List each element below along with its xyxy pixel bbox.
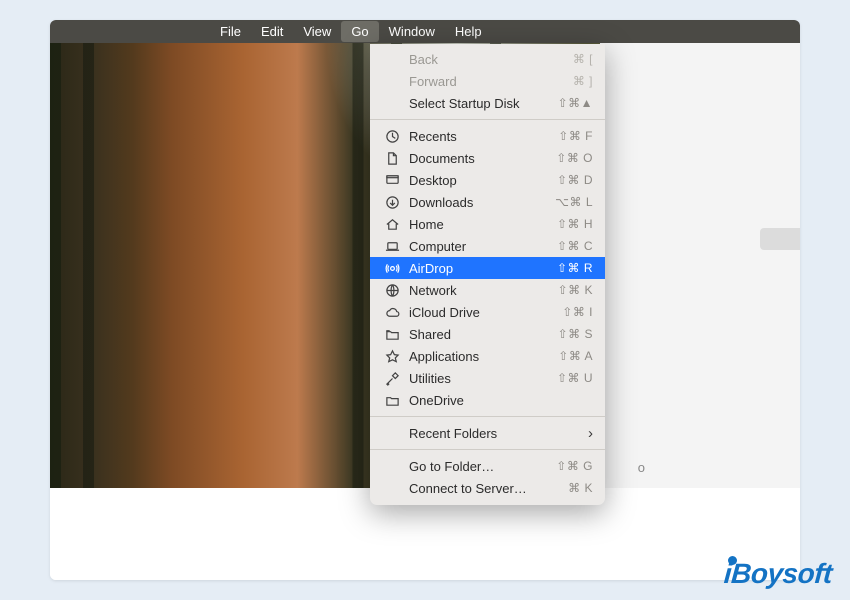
menu-desktop-shortcut: ⇧⌘ D (557, 173, 593, 187)
menu-computer-shortcut: ⇧⌘ C (557, 239, 593, 253)
menu-downloads-label: Downloads (409, 195, 555, 210)
globe-icon (384, 282, 401, 299)
finder-sidebar-selection (760, 228, 800, 250)
menubar-file[interactable]: File (210, 21, 251, 42)
menubar-view[interactable]: View (293, 21, 341, 42)
menu-documents-shortcut: ⇧⌘ O (556, 151, 593, 165)
menu-recents-label: Recents (409, 129, 558, 144)
menu-onedrive[interactable]: OneDrive (370, 389, 605, 411)
menu-gotofolder-label: Go to Folder… (409, 459, 556, 474)
menu-forward-label: Forward (409, 74, 573, 89)
folder-icon (384, 392, 401, 409)
menu-connect-shortcut: ⌘ K (568, 481, 593, 495)
spacer-icon (384, 51, 401, 68)
menu-shared[interactable]: Shared ⇧⌘ S (370, 323, 605, 345)
menu-shared-shortcut: ⇧⌘ S (558, 327, 593, 341)
menu-downloads-shortcut: ⌥⌘ L (555, 195, 593, 209)
menu-back-shortcut: ⌘ [ (573, 52, 593, 66)
menu-separator (370, 416, 605, 417)
shared-folder-icon (384, 326, 401, 343)
menubar-window[interactable]: Window (379, 21, 445, 42)
menubar-help[interactable]: Help (445, 21, 492, 42)
menu-home[interactable]: Home ⇧⌘ H (370, 213, 605, 235)
menu-separator (370, 449, 605, 450)
menu-utilities[interactable]: Utilities ⇧⌘ U (370, 367, 605, 389)
spacer-icon (384, 95, 401, 112)
laptop-icon (384, 238, 401, 255)
menu-home-shortcut: ⇧⌘ H (557, 217, 593, 231)
spacer-icon (384, 425, 401, 442)
desktop-icon (384, 172, 401, 189)
menu-utilities-shortcut: ⇧⌘ U (557, 371, 593, 385)
menu-recents-shortcut: ⇧⌘ F (558, 129, 593, 143)
menubar-edit[interactable]: Edit (251, 21, 293, 42)
applications-icon (384, 348, 401, 365)
menu-home-label: Home (409, 217, 557, 232)
menu-network[interactable]: Network ⇧⌘ K (370, 279, 605, 301)
clock-icon (384, 128, 401, 145)
menu-back: Back ⌘ [ (370, 48, 605, 70)
menu-onedrive-label: OneDrive (409, 393, 593, 408)
menu-computer-label: Computer (409, 239, 557, 254)
downloads-icon (384, 194, 401, 211)
screenshot-frame: o File Edit View Go Window Help Back ⌘ [… (50, 20, 800, 580)
menu-shared-label: Shared (409, 327, 558, 342)
menubar: File Edit View Go Window Help (50, 20, 800, 43)
chevron-right-icon: › (588, 425, 593, 442)
menu-airdrop-shortcut: ⇧⌘ R (557, 261, 593, 275)
spacer-icon (384, 480, 401, 497)
menu-recents[interactable]: Recents ⇧⌘ F (370, 125, 605, 147)
document-icon (384, 150, 401, 167)
menu-applications-label: Applications (409, 349, 558, 364)
menu-connect-to-server[interactable]: Connect to Server… ⌘ K (370, 477, 605, 499)
menu-airdrop[interactable]: AirDrop ⇧⌘ R (370, 257, 605, 279)
menu-connect-label: Connect to Server… (409, 481, 568, 496)
menu-forward: Forward ⌘ ] (370, 70, 605, 92)
menu-recent-folders-label: Recent Folders (409, 426, 584, 441)
menu-network-shortcut: ⇧⌘ K (558, 283, 593, 297)
menu-startup-label: Select Startup Disk (409, 96, 558, 111)
menu-forward-shortcut: ⌘ ] (573, 74, 593, 88)
watermark-logo: iBoysoft (724, 558, 832, 590)
menu-desktop[interactable]: Desktop ⇧⌘ D (370, 169, 605, 191)
watermark-text: iBoysoft (723, 558, 833, 590)
menu-icloud-shortcut: ⇧⌘ I (562, 305, 593, 319)
menu-downloads[interactable]: Downloads ⌥⌘ L (370, 191, 605, 213)
stray-glyph: o (638, 460, 645, 475)
menu-applications[interactable]: Applications ⇧⌘ A (370, 345, 605, 367)
airdrop-icon (384, 260, 401, 277)
menu-airdrop-label: AirDrop (409, 261, 557, 276)
menu-documents[interactable]: Documents ⇧⌘ O (370, 147, 605, 169)
spacer-icon (384, 458, 401, 475)
menu-recent-folders[interactable]: Recent Folders › (370, 422, 605, 444)
menu-icloud-label: iCloud Drive (409, 305, 562, 320)
menu-documents-label: Documents (409, 151, 556, 166)
menu-network-label: Network (409, 283, 558, 298)
menu-desktop-label: Desktop (409, 173, 557, 188)
menu-select-startup-disk[interactable]: Select Startup Disk ⇧⌘▲ (370, 92, 605, 114)
menu-computer[interactable]: Computer ⇧⌘ C (370, 235, 605, 257)
menu-icloud-drive[interactable]: iCloud Drive ⇧⌘ I (370, 301, 605, 323)
finder-window-backdrop (600, 43, 800, 488)
menu-utilities-label: Utilities (409, 371, 557, 386)
menu-gotofolder-shortcut: ⇧⌘ G (556, 459, 593, 473)
menu-startup-shortcut: ⇧⌘▲ (558, 96, 593, 110)
cloud-icon (384, 304, 401, 321)
menubar-go[interactable]: Go (341, 21, 378, 42)
utilities-icon (384, 370, 401, 387)
menu-applications-shortcut: ⇧⌘ A (558, 349, 593, 363)
home-icon (384, 216, 401, 233)
menu-back-label: Back (409, 52, 573, 67)
menu-separator (370, 119, 605, 120)
spacer-icon (384, 73, 401, 90)
go-menu-dropdown: Back ⌘ [ Forward ⌘ ] Select Startup Disk… (370, 44, 605, 505)
menu-go-to-folder[interactable]: Go to Folder… ⇧⌘ G (370, 455, 605, 477)
